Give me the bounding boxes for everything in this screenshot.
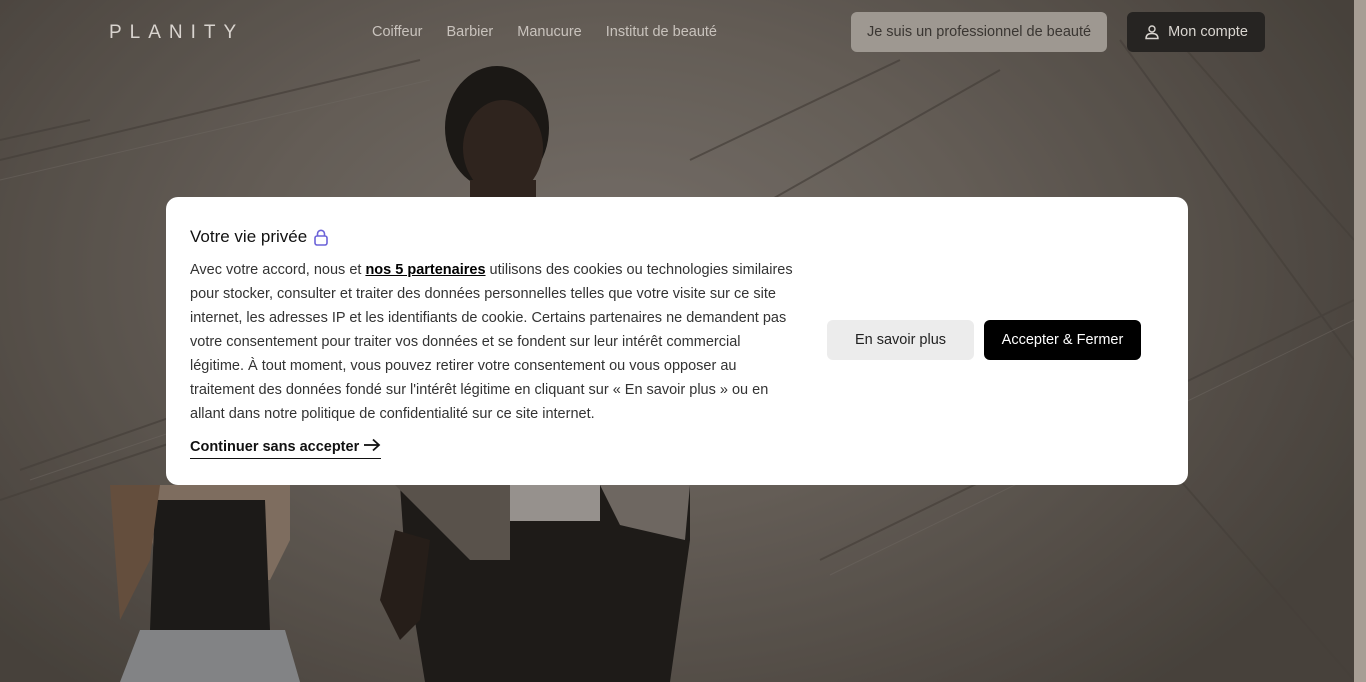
arrow-right-icon [363,438,381,456]
continue-label: Continuer sans accepter [190,439,360,455]
category-links: Coiffeur Barbier Manucure Institut de be… [372,24,717,40]
nav-link-manucure[interactable]: Manucure [517,24,581,40]
partners-link[interactable]: nos 5 partenaires [365,262,485,278]
body-text-intro: Avec votre accord, nous et [190,262,366,278]
planity-logo[interactable]: PLANITY [109,22,244,44]
body-text-main: utilisons des cookies ou technologies si… [190,262,793,422]
cookie-consent-dialog: Votre vie privée Avec votre accord, nous… [166,197,1188,485]
dialog-title-text: Votre vie privée [190,227,308,246]
lock-icon [313,229,329,246]
account-button[interactable]: Mon compte [1127,12,1265,52]
user-icon [1144,24,1160,40]
nav-link-barbier[interactable]: Barbier [447,24,494,40]
top-navigation: PLANITY Coiffeur Barbier Manucure Instit… [0,0,1354,64]
page-scrollbar[interactable] [1354,0,1366,682]
learn-more-button[interactable]: En savoir plus [827,320,974,360]
dialog-title: Votre vie privée [190,227,329,247]
accept-and-close-button[interactable]: Accepter & Fermer [984,320,1141,360]
continue-without-accepting-link[interactable]: Continuer sans accepter [190,438,382,459]
nav-link-institut[interactable]: Institut de beauté [606,24,717,40]
account-label: Mon compte [1168,24,1248,40]
nav-link-coiffeur[interactable]: Coiffeur [372,24,423,40]
dialog-body-text: Avec votre accord, nous et nos 5 partena… [190,258,794,426]
pro-beauty-button[interactable]: Je suis un professionnel de beauté [851,12,1107,52]
